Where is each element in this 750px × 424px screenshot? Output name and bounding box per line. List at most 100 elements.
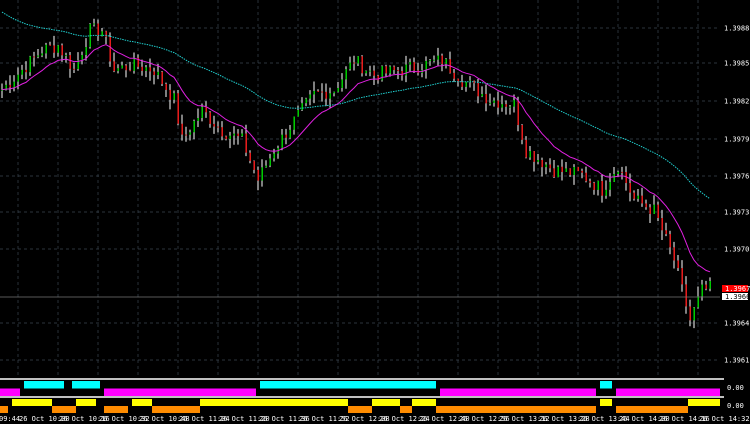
fast-moving-average-line: [1, 44, 711, 273]
candle-body: [229, 135, 231, 140]
candle-body: [313, 90, 315, 95]
candle-body: [357, 56, 359, 64]
candle-body: [293, 116, 295, 130]
candle-body: [657, 204, 659, 219]
candle-body: [17, 74, 19, 82]
candle-body: [597, 180, 599, 190]
candle-body: [557, 166, 559, 178]
candle-body: [553, 168, 555, 178]
candle-body: [81, 54, 83, 61]
candle-body: [573, 166, 575, 176]
indicator-2-segment-up: [688, 399, 720, 406]
candle-body: [369, 70, 371, 72]
candle-body: [25, 69, 27, 73]
candle-body: [645, 203, 647, 208]
candle-body: [637, 195, 639, 199]
price-chart[interactable]: 1.3988 1.3985 1.3982 1.3979 1.3976 1.3973 1.39…: [0, 0, 750, 424]
candle-body: [641, 195, 643, 204]
indicator-1-segment-down: [104, 388, 256, 396]
candle-body: [577, 166, 579, 171]
candle-body: [197, 118, 199, 121]
trend-indicator-row-2: [0, 399, 720, 413]
indicator-1-segment-up: [24, 381, 64, 389]
candle-body: [13, 81, 15, 88]
candle-body: [701, 284, 703, 297]
candle-body: [649, 207, 651, 214]
indicator-1-segment-down: [440, 388, 596, 396]
candle-body: [285, 134, 287, 138]
candle-body: [441, 55, 443, 65]
candle-body: [341, 79, 343, 88]
candle-body: [225, 136, 227, 140]
candle-body: [709, 280, 711, 289]
candle-body: [353, 62, 355, 64]
indicator-2-segment-up: [76, 399, 96, 406]
candle-body: [477, 83, 479, 97]
candle-body: [545, 164, 547, 168]
candle-body: [273, 153, 275, 159]
candle-body: [373, 70, 375, 76]
candle-body: [653, 204, 655, 214]
candle-body: [437, 55, 439, 60]
candle-body: [173, 93, 175, 100]
candle-body: [673, 247, 675, 261]
candle-body: [213, 123, 215, 127]
candle-body: [345, 69, 347, 80]
candle-body: [493, 100, 495, 103]
candle-body: [593, 182, 595, 190]
indicator-2-segment-up: [372, 399, 400, 406]
candle-body: [665, 230, 667, 235]
candle-body: [497, 100, 499, 108]
price-tick-label: 1.3973: [724, 209, 749, 217]
candle-body: [605, 189, 607, 196]
candle-body: [629, 183, 631, 193]
price-tick-label: 1.3961: [724, 357, 749, 365]
indicator-1-value: 0.00: [727, 384, 744, 392]
candle-body: [65, 55, 67, 57]
candle-body: [501, 104, 503, 108]
candle-body: [529, 151, 531, 158]
price-axis: 1.3988 1.3985 1.3982 1.3979 1.3976 1.3973 1.39…: [724, 25, 749, 365]
candle-body: [409, 62, 411, 65]
candle-body: [601, 180, 603, 196]
candle-body: [613, 173, 615, 182]
candle-body: [53, 45, 55, 53]
indicator-2-segment-down: [104, 406, 128, 413]
candle-body: [269, 158, 271, 166]
candle-body: [9, 84, 11, 88]
candle-body: [325, 91, 327, 99]
indicator-2-segment-up: [12, 399, 52, 406]
candle-body: [429, 60, 431, 62]
indicator-2-segment-down: [152, 406, 200, 413]
candle-body: [361, 56, 363, 74]
time-axis: 09:4426 Oct 10:0026 Oct 10:1626 Oct 10:3…: [0, 415, 750, 423]
candle-body: [569, 168, 571, 176]
candle-body: [685, 284, 687, 307]
candle-body: [301, 103, 303, 111]
candle-body: [265, 165, 267, 168]
indicator-2-segment-down: [436, 406, 596, 413]
candle-body: [537, 159, 539, 162]
ask-price-text: 1.3966: [725, 293, 750, 301]
candle-body: [681, 268, 683, 285]
candle-body: [617, 171, 619, 174]
candle-body: [609, 181, 611, 190]
candle-body: [29, 56, 31, 73]
candle-body: [125, 65, 127, 71]
candle-body: [189, 132, 191, 135]
candle-body: [705, 284, 707, 289]
indicator-1-segment-down: [0, 388, 20, 396]
slow-moving-average-line: [1, 11, 711, 200]
candle-body: [177, 93, 179, 124]
candle-body: [697, 296, 699, 308]
indicator-2-segment-up: [200, 399, 252, 406]
candle-body: [57, 45, 59, 53]
time-tick-label: 09:44: [0, 415, 20, 423]
candle-body: [317, 90, 319, 92]
candle-body: [117, 68, 119, 72]
candle-body: [41, 53, 43, 56]
candle-body: [185, 134, 187, 136]
candle-body: [121, 65, 123, 69]
candle-body: [217, 126, 219, 128]
indicator-2-segment-up: [412, 399, 436, 406]
